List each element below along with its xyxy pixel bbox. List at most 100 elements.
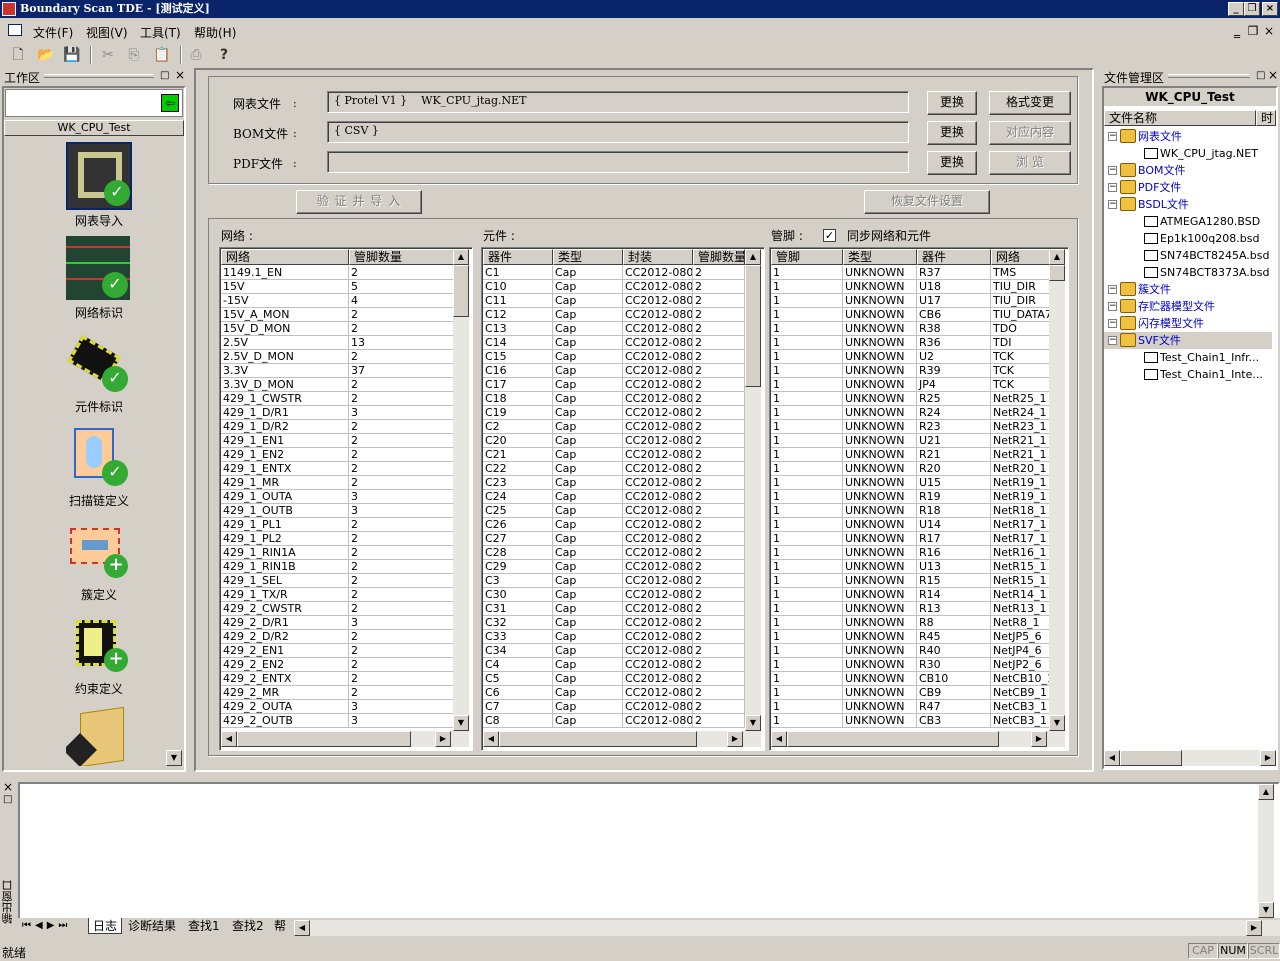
table-cell[interactable]: 15V_D_MON: [221, 322, 349, 336]
close-button[interactable]: ×: [1262, 2, 1278, 16]
table-cell[interactable]: R37: [917, 266, 991, 280]
table-cell[interactable]: JP4: [917, 378, 991, 392]
table-cell[interactable]: 2: [349, 672, 461, 686]
table-cell[interactable]: UNKNOWN: [843, 616, 917, 630]
table-cell[interactable]: TCK: [991, 378, 1051, 392]
table-cell[interactable]: 1: [771, 266, 843, 280]
table-cell[interactable]: UNKNOWN: [843, 588, 917, 602]
table-cell[interactable]: C10: [483, 280, 553, 294]
table-cell[interactable]: C30: [483, 588, 553, 602]
table-cell[interactable]: 1: [771, 630, 843, 644]
browse-button[interactable]: 浏 览: [989, 151, 1071, 175]
table-cell[interactable]: UNKNOWN: [843, 532, 917, 546]
table-cell[interactable]: C22: [483, 462, 553, 476]
table-cell[interactable]: 1: [771, 420, 843, 434]
table-cell[interactable]: UNKNOWN: [843, 546, 917, 560]
tree-folder[interactable]: − PDF文件: [1104, 179, 1272, 196]
table-cell[interactable]: 2: [693, 490, 745, 504]
table-cell[interactable]: 429_1_D/R2: [221, 420, 349, 434]
collapse-icon[interactable]: −: [1108, 166, 1117, 175]
column-header[interactable]: 器件: [483, 249, 553, 265]
go-arrow-icon[interactable]: ⇦: [161, 94, 179, 112]
table-cell[interactable]: 429_2_EN1: [221, 644, 349, 658]
table-cell[interactable]: 2: [349, 476, 461, 490]
table-cell[interactable]: 429_1_OUTB: [221, 504, 349, 518]
table-cell[interactable]: C2: [483, 420, 553, 434]
scroll-right-button[interactable]: ▶: [1246, 920, 1262, 936]
table-cell[interactable]: 1: [771, 546, 843, 560]
column-header[interactable]: 器件: [917, 249, 991, 265]
table-cell[interactable]: UNKNOWN: [843, 378, 917, 392]
table-cell[interactable]: 1: [771, 644, 843, 658]
table-cell[interactable]: Cap: [553, 630, 623, 644]
table-cell[interactable]: CC2012-0805: [623, 588, 693, 602]
vertical-scrollbar[interactable]: ▲ ▼: [1049, 249, 1065, 731]
table-cell[interactable]: UNKNOWN: [843, 504, 917, 518]
table-cell[interactable]: R17: [917, 532, 991, 546]
table-cell[interactable]: C14: [483, 336, 553, 350]
table-cell[interactable]: NetR19_1: [991, 490, 1051, 504]
table-cell[interactable]: U18: [917, 280, 991, 294]
tab-diagnosis[interactable]: 诊断结果: [124, 918, 180, 934]
scroll-thumb[interactable]: [1120, 750, 1182, 766]
table-cell[interactable]: 429_2_D/R1: [221, 616, 349, 630]
table-cell[interactable]: 4: [349, 294, 461, 308]
table-cell[interactable]: TIU_DATA7: [991, 308, 1051, 322]
table-cell[interactable]: CC2012-0805: [623, 658, 693, 672]
table-cell[interactable]: 3.3V_D_MON: [221, 378, 349, 392]
table-cell[interactable]: CC2012-0805: [623, 602, 693, 616]
table-cell[interactable]: 2: [693, 308, 745, 322]
table-cell[interactable]: 2: [349, 644, 461, 658]
table-cell[interactable]: CC2012-0805: [623, 630, 693, 644]
output-hscroll[interactable]: ◀ ▶: [294, 920, 1280, 936]
table-cell[interactable]: TMS: [991, 266, 1051, 280]
table-cell[interactable]: 1: [771, 476, 843, 490]
scroll-right-button[interactable]: ▶: [1260, 750, 1276, 766]
table-cell[interactable]: CC2012-0805: [623, 294, 693, 308]
col-file-name[interactable]: 文件名称: [1104, 110, 1256, 126]
close-output-icon[interactable]: ×: [3, 780, 13, 794]
sync-checkbox[interactable]: ✓: [823, 229, 836, 242]
collapse-icon[interactable]: −: [1108, 132, 1117, 141]
table-cell[interactable]: Cap: [553, 560, 623, 574]
panel-grip[interactable]: [1168, 74, 1250, 78]
table-cell[interactable]: 1: [771, 700, 843, 714]
table-cell[interactable]: Cap: [553, 476, 623, 490]
table-cell[interactable]: NetR18_1: [991, 504, 1051, 518]
table-cell[interactable]: Cap: [553, 672, 623, 686]
table-cell[interactable]: C4: [483, 658, 553, 672]
table-cell[interactable]: 2: [349, 588, 461, 602]
table-cell[interactable]: CC2012-0805: [623, 574, 693, 588]
table-cell[interactable]: Cap: [553, 574, 623, 588]
table-cell[interactable]: C5: [483, 672, 553, 686]
print-icon[interactable]: ⎙: [186, 45, 206, 65]
table-cell[interactable]: 2: [349, 518, 461, 532]
table-cell[interactable]: 2: [349, 574, 461, 588]
format-change-button[interactable]: 格式变更: [989, 91, 1071, 115]
tree-folder[interactable]: − 存贮器模型文件: [1104, 298, 1272, 315]
project-search-input[interactable]: [5, 89, 183, 117]
table-cell[interactable]: 1: [771, 672, 843, 686]
table-cell[interactable]: 2: [693, 476, 745, 490]
table-cell[interactable]: C6: [483, 686, 553, 700]
table-cell[interactable]: 2: [349, 602, 461, 616]
table-cell[interactable]: 429_2_EN2: [221, 658, 349, 672]
tab-find2[interactable]: 查找2: [228, 918, 268, 934]
table-cell[interactable]: 1: [771, 560, 843, 574]
table-cell[interactable]: CC2012-0805: [623, 434, 693, 448]
table-cell[interactable]: 1: [771, 490, 843, 504]
tree-file[interactable]: WK_CPU_jtag.NET: [1104, 145, 1272, 162]
netlist-file-field[interactable]: { Protel V1 } WK_CPU_jtag.NET: [327, 91, 909, 113]
menu-file[interactable]: 文件(F): [33, 24, 73, 41]
tab-log[interactable]: 日志: [88, 918, 123, 934]
table-cell[interactable]: 1: [771, 588, 843, 602]
table-cell[interactable]: C19: [483, 406, 553, 420]
table-cell[interactable]: C33: [483, 630, 553, 644]
table-cell[interactable]: 429_1_SEL: [221, 574, 349, 588]
scroll-thumb[interactable]: [499, 731, 697, 747]
table-cell[interactable]: 429_2_CWSTR: [221, 602, 349, 616]
scroll-thumb[interactable]: [237, 731, 411, 747]
table-cell[interactable]: CC2012-0805: [623, 448, 693, 462]
table-cell[interactable]: R20: [917, 462, 991, 476]
horizontal-scrollbar[interactable]: ◀ ▶: [221, 731, 469, 747]
